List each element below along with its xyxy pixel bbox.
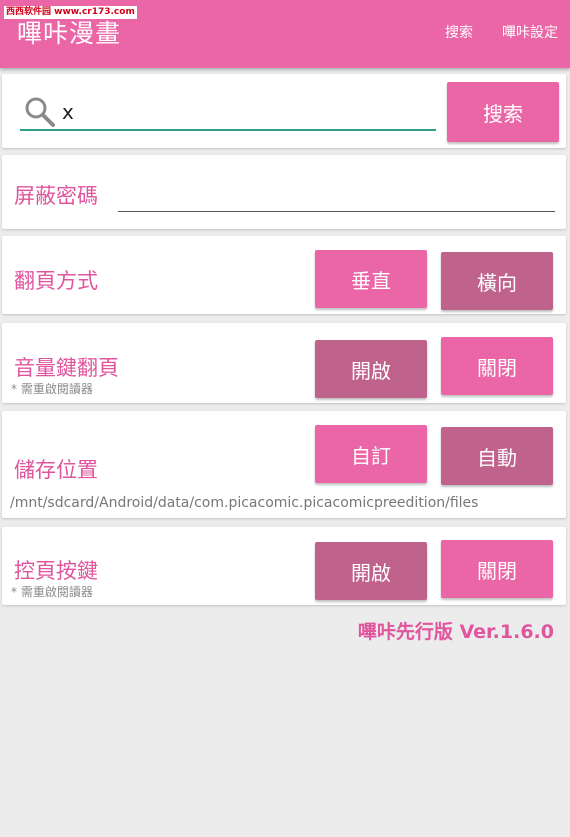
- control-key-off-button[interactable]: 關閉: [441, 540, 553, 598]
- watermark-url: www.cr173.com: [54, 7, 135, 17]
- storage-card: 儲存位置 自訂 自動 /mnt/sdcard/Android/data/com.…: [2, 411, 566, 518]
- storage-label: 儲存位置: [14, 458, 98, 482]
- search-input-underline: [20, 129, 436, 131]
- watermark-site: 西西软件园: [6, 7, 52, 17]
- volume-key-card: 音量鍵翻頁 * 需重啟閱讀器 開啟 關閉: [2, 323, 566, 403]
- search-button[interactable]: 搜索: [447, 82, 559, 142]
- vertical-button[interactable]: 垂直: [315, 250, 427, 308]
- settings-action[interactable]: 嗶咔設定: [502, 22, 558, 42]
- password-label: 屏蔽密碼: [14, 184, 98, 208]
- control-key-label: 控頁按鍵: [14, 559, 98, 583]
- volume-key-on-button[interactable]: 開啟: [315, 340, 427, 398]
- page-turn-label: 翻頁方式: [14, 269, 98, 293]
- search-input[interactable]: x: [62, 100, 74, 124]
- search-card: x 搜索: [2, 74, 566, 148]
- volume-key-note: * 需重啟閱讀器: [11, 382, 93, 396]
- search-action[interactable]: 搜索: [445, 22, 473, 42]
- volume-key-off-button[interactable]: 關閉: [441, 337, 553, 395]
- volume-key-label: 音量鍵翻頁: [14, 356, 119, 380]
- watermark: 西西软件园 www.cr173.com: [4, 6, 137, 19]
- page-turn-card: 翻頁方式 垂直 橫向: [2, 236, 566, 314]
- horizontal-button[interactable]: 橫向: [441, 252, 553, 310]
- storage-path: /mnt/sdcard/Android/data/com.picacomic.p…: [10, 495, 479, 511]
- version-label: 嗶咔先行版 Ver.1.6.0: [357, 621, 554, 643]
- auto-storage-button[interactable]: 自動: [441, 427, 553, 485]
- control-key-note: * 需重啟閱讀器: [11, 585, 93, 599]
- password-card: 屏蔽密碼: [2, 155, 566, 229]
- password-field[interactable]: [118, 211, 555, 212]
- search-icon: [24, 96, 56, 132]
- app-title: 嗶咔漫畫: [17, 19, 122, 48]
- custom-storage-button[interactable]: 自訂: [315, 425, 427, 483]
- control-key-card: 控頁按鍵 * 需重啟閱讀器 開啟 關閉: [2, 527, 566, 605]
- control-key-on-button[interactable]: 開啟: [315, 542, 427, 600]
